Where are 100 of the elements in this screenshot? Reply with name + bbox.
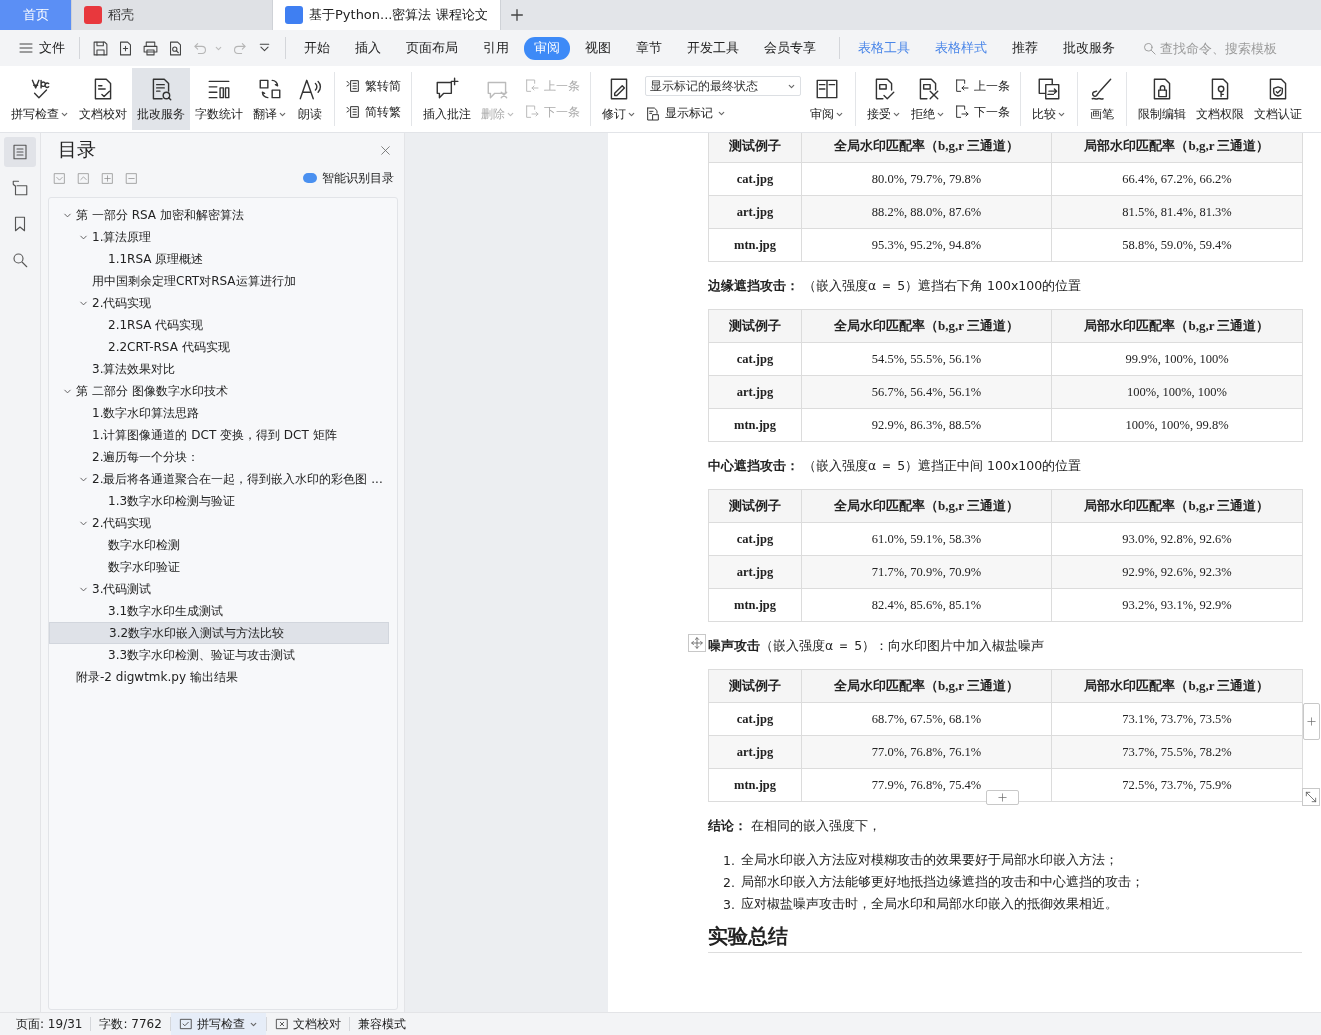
toc-item[interactable]: 3.代码测试 (49, 578, 389, 600)
toc-item[interactable]: 1.算法原理 (49, 226, 389, 248)
ribbon-button[interactable]: 批改服务 (132, 68, 190, 130)
markup-dropdown[interactable]: 显示标记的最终状态 (645, 76, 801, 96)
table-cell: 82.4%, 85.6%, 85.1% (801, 588, 1052, 622)
table-of-contents-icon (11, 143, 29, 161)
toc-item[interactable]: 2.最后将各通道聚合在一起，得到嵌入水印的彩色图 ... (49, 468, 389, 490)
toc-tool-button[interactable] (53, 171, 66, 185)
toc-tool-button[interactable] (77, 171, 90, 185)
ribbon-tab[interactable]: 会员专享 (754, 36, 826, 60)
table-cell: 73.1%, 73.7%, 73.5% (1051, 702, 1303, 736)
table-cell: 99.9%, 100%, 100% (1051, 342, 1303, 376)
ribbon-tab[interactable]: 视图 (575, 36, 621, 60)
column-header: 局部水印匹配率（b,g,r 三通道） (1051, 669, 1303, 703)
toc-item[interactable]: 用中国剩余定理CRT对RSA运算进行加 (49, 270, 389, 292)
ribbon-button[interactable]: 上一条 (954, 77, 1010, 95)
next-icon (524, 104, 540, 120)
file-menu[interactable]: 文件 (12, 35, 71, 61)
window-tab[interactable]: 稻壳 (72, 0, 273, 30)
ribbon-button[interactable]: 拒绝 (906, 68, 950, 130)
side-panel-button[interactable] (4, 137, 36, 167)
save-icon (92, 39, 109, 57)
ribbon-button[interactable]: 画笔 (1084, 68, 1120, 130)
toc-item[interactable]: 1.3数字水印检测与验证 (49, 490, 389, 512)
ribbon-button[interactable]: 简转繁 (345, 103, 401, 121)
toc-tool-button[interactable] (125, 171, 138, 185)
table-cell: 54.5%, 55.5%, 56.1% (801, 342, 1052, 376)
toc-item[interactable]: 第 一部分 RSA 加密和解密算法 (49, 204, 389, 226)
ribbon-button[interactable]: 插入批注 (418, 68, 476, 130)
add-row-button[interactable] (986, 790, 1019, 805)
status-text: 页面: 19/31 (15, 1015, 84, 1033)
toc-item[interactable]: 1.计算图像通道的 DCT 变换，得到 DCT 矩阵 (49, 424, 389, 446)
table-move-handle[interactable] (688, 634, 706, 652)
ribbon-tab[interactable]: 页面布局 (396, 36, 468, 60)
table-cell: 100%, 100%, 99.8% (1051, 408, 1303, 442)
toc-tool-button[interactable] (101, 171, 114, 185)
ribbon-tab[interactable]: 开始 (294, 36, 340, 60)
previous-icon (954, 78, 970, 94)
ribbon-button[interactable]: 下一条 (954, 103, 1010, 121)
ribbon-button[interactable]: 修订 (597, 68, 641, 130)
ribbon-tab[interactable]: 开发工具 (677, 36, 749, 60)
toc-item[interactable]: 3.3数字水印检测、验证与攻击测试 (49, 644, 389, 666)
table-cell: cat.jpg (708, 522, 802, 556)
ribbon-button[interactable]: 字数统计 (190, 68, 248, 130)
section-heading: 实验总结 (708, 923, 1302, 953)
search-field[interactable]: 查找命令、搜索模板 (1142, 40, 1290, 56)
column-header: 全局水印匹配率（b,g,r 三通道） (801, 133, 1052, 163)
ribbon-button[interactable]: 文档权限 (1191, 68, 1249, 130)
toc-item[interactable]: 2.代码实现 (49, 292, 389, 314)
spellcheck-button[interactable]: 拼写检查 (170, 1013, 266, 1035)
ribbon-button[interactable]: 显示标记 (645, 105, 801, 122)
convert-icon (345, 78, 361, 94)
toc-item[interactable]: 数字水印检测 (49, 534, 389, 556)
ribbon-button[interactable]: 文档认证 (1249, 68, 1307, 130)
add-column-button[interactable] (1303, 703, 1320, 740)
smart-toc-button[interactable]: 智能识别目录 (303, 169, 394, 187)
table-cell: mtn.jpg (708, 588, 802, 622)
toc-item[interactable]: 3.1数字水印生成测试 (49, 600, 389, 622)
ribbon-button[interactable]: 比较 (1027, 68, 1071, 130)
ribbon-button[interactable]: 翻译 (248, 68, 292, 130)
ribbon-button[interactable]: 限制编辑 (1133, 68, 1191, 130)
table-cell: 58.8%, 59.0%, 59.4% (1051, 228, 1303, 262)
table-cell: 73.7%, 75.5%, 78.2% (1051, 735, 1303, 769)
ribbon-button[interactable]: 文档校对 (74, 68, 132, 130)
ribbon-button[interactable]: 接受 (862, 68, 906, 130)
table-cell: mtn.jpg (708, 768, 802, 802)
table-cell: art.jpg (708, 735, 802, 769)
ribbon-tab[interactable]: 章节 (626, 36, 672, 60)
ribbon-tab[interactable]: 插入 (345, 36, 391, 60)
toc-item[interactable]: 2.1RSA 代码实现 (49, 314, 389, 336)
window-tab[interactable]: 基于Python...密算法 课程论文 (273, 0, 501, 30)
toc-item[interactable]: 3.算法效果对比 (49, 358, 389, 380)
table-cell: 77.0%, 76.8%, 76.1% (801, 735, 1052, 769)
toc-item[interactable]: 第 二部分 图像数字水印技术 (49, 380, 389, 402)
toc-item[interactable]: 1.数字水印算法思路 (49, 402, 389, 424)
list-item-text: 局部水印嵌入方法能够更好地抵挡边缘遮挡的攻击和中心遮挡的攻击； (740, 873, 1144, 891)
ribbon-button[interactable]: 拼写检查 (6, 68, 74, 130)
toc-item[interactable]: 2.代码实现 (49, 512, 389, 534)
table-cell: cat.jpg (708, 342, 802, 376)
table-resize-handle[interactable] (1302, 788, 1320, 806)
toc-item[interactable]: 3.2数字水印嵌入测试与方法比较 (49, 622, 389, 644)
ribbon-button[interactable]: 审阅 (805, 68, 849, 130)
table-cell: cat.jpg (708, 702, 802, 736)
status-text: 字数: 7762 (98, 1015, 163, 1033)
toc-item[interactable]: 数字水印验证 (49, 556, 389, 578)
table-cell: art.jpg (708, 195, 802, 229)
ribbon-tab[interactable]: 引用 (473, 36, 519, 60)
close-button[interactable] (379, 143, 392, 157)
column-header: 测试例子 (708, 489, 802, 523)
proofread-button[interactable]: 文档校对 (266, 1013, 349, 1035)
ribbon-tab[interactable]: 推荐 (1002, 36, 1048, 60)
previous-icon (524, 78, 540, 94)
ribbon-button[interactable]: 朗读 (292, 68, 328, 130)
list-number: 2. (723, 874, 735, 890)
toc-item[interactable]: 1.1RSA 原理概述 (49, 248, 389, 270)
toc-item[interactable]: 2.2CRT-RSA 代码实现 (49, 336, 389, 358)
ribbon-tab[interactable]: 批改服务 (1053, 36, 1125, 60)
toc-item[interactable]: 2.遍历每一个分块： (49, 446, 389, 468)
ribbon-button[interactable]: 繁转简 (345, 77, 401, 95)
toc-item[interactable]: 附录-2 digwtmk.py 输出结果 (49, 666, 389, 688)
